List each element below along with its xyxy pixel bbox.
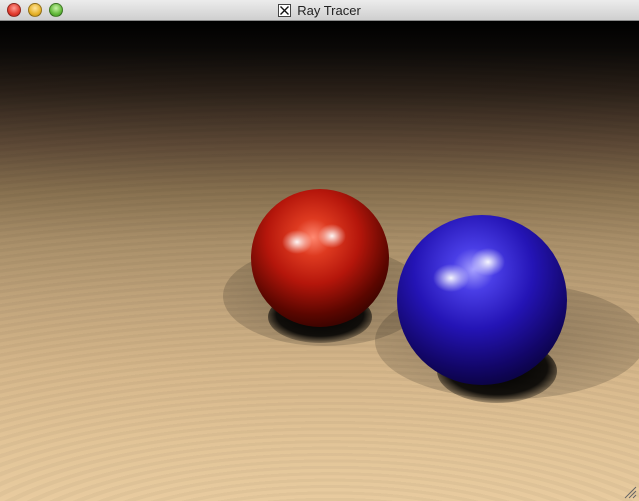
red-sphere-highlight-2 <box>318 224 346 248</box>
red-sphere-highlight-1 <box>282 230 312 254</box>
window-title: Ray Tracer <box>297 3 361 18</box>
window: Ray Tracer <box>0 0 639 501</box>
scene-render <box>223 189 639 403</box>
blue-sphere-highlight-1 <box>433 264 469 292</box>
render-canvas <box>0 21 639 501</box>
window-title-group: Ray Tracer <box>0 0 639 21</box>
title-bar[interactable]: Ray Tracer <box>0 0 639 21</box>
x11-glyph-icon <box>280 6 290 15</box>
red-sphere <box>251 189 389 327</box>
blue-sphere-highlight-2 <box>471 248 505 276</box>
x11-icon <box>278 4 292 17</box>
resize-grip-icon[interactable] <box>623 485 637 499</box>
blue-sphere <box>397 215 567 385</box>
